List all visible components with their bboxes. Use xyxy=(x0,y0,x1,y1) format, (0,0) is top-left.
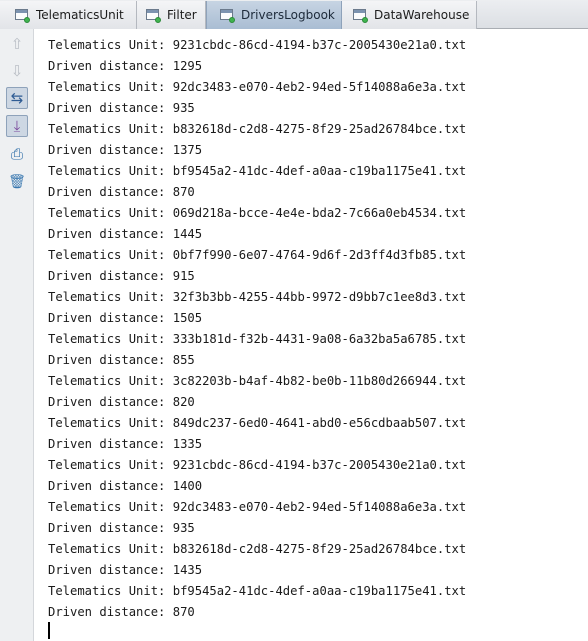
console-line: Telematics Unit: bf9545a2-41dc-4def-a0aa… xyxy=(48,164,467,178)
tab-telematics-unit[interactable]: TelematicsUnit xyxy=(0,1,137,29)
console-line: Telematics Unit: 069d218a-bcce-4e4e-bda2… xyxy=(48,206,467,220)
application-run-icon xyxy=(219,7,235,23)
console-line: Driven distance: 915 xyxy=(48,269,195,283)
tab-data-warehouse[interactable]: DataWarehouse xyxy=(342,1,477,29)
console-line: Telematics Unit: b832618d-c2d8-4275-8f29… xyxy=(48,122,467,136)
application-run-icon xyxy=(145,7,161,23)
text-caret xyxy=(48,622,50,639)
console-line: Telematics Unit: bf9545a2-41dc-4def-a0aa… xyxy=(48,584,467,598)
console-line: Telematics Unit: 92dc3483-e070-4eb2-94ed… xyxy=(48,500,467,514)
console-line: Telematics Unit: 92dc3483-e070-4eb2-94ed… xyxy=(48,80,467,94)
trash-icon[interactable]: 🗑 xyxy=(6,171,28,193)
scroll-up-icon[interactable]: ⇧ xyxy=(6,33,28,55)
tab-label: DataWarehouse xyxy=(374,8,470,22)
console-line: Driven distance: 1445 xyxy=(48,227,203,241)
console-line: Driven distance: 820 xyxy=(48,395,195,409)
console-line: Telematics Unit: 9231cbdc-86cd-4194-b37c… xyxy=(48,38,467,52)
scroll-down-icon[interactable]: ⇩ xyxy=(6,60,28,82)
console-line: Driven distance: 1295 xyxy=(48,59,203,73)
console-line: Telematics Unit: 32f3b3bb-4255-44bb-9972… xyxy=(48,290,467,304)
tab-label: TelematicsUnit xyxy=(36,8,124,22)
console-line: Driven distance: 935 xyxy=(48,521,195,535)
console-line: Driven distance: 1400 xyxy=(48,479,203,493)
console-line: Driven distance: 870 xyxy=(48,185,195,199)
console-line: Driven distance: 935 xyxy=(48,101,195,115)
console-line: Driven distance: 1375 xyxy=(48,143,203,157)
tab-filter[interactable]: Filter xyxy=(137,1,206,29)
console-line: Driven distance: 1335 xyxy=(48,437,203,451)
scroll-to-end-icon[interactable]: ⤓ xyxy=(6,115,28,137)
console-line: Driven distance: 870 xyxy=(48,605,195,619)
console-line: Telematics Unit: 3c82203b-b4af-4b82-be0b… xyxy=(48,374,467,388)
console-line: Telematics Unit: b832618d-c2d8-4275-8f29… xyxy=(48,542,467,556)
run-tab-bar: TelematicsUnit Filter DriversLogbook Dat… xyxy=(0,0,588,29)
tab-label: Filter xyxy=(167,8,197,22)
console-line: Telematics Unit: 849dc237-6ed0-4641-abd0… xyxy=(48,416,467,430)
console-line: Driven distance: 1435 xyxy=(48,563,203,577)
tab-drivers-logbook[interactable]: DriversLogbook xyxy=(206,1,342,29)
tab-label: DriversLogbook xyxy=(241,8,335,22)
console-line: Driven distance: 1505 xyxy=(48,311,203,325)
application-run-icon xyxy=(352,7,368,23)
application-run-icon xyxy=(14,7,30,23)
console-line: Telematics Unit: 0bf7f990-6e07-4764-9d6f… xyxy=(48,248,467,262)
console-line: Telematics Unit: 333b181d-f32b-4431-9a08… xyxy=(48,332,467,346)
console-line: Driven distance: 855 xyxy=(48,353,195,367)
print-icon[interactable]: ⎙ xyxy=(6,143,28,165)
console-line: Telematics Unit: 9231cbdc-86cd-4194-b37c… xyxy=(48,458,467,472)
console-output[interactable]: Telematics Unit: 9231cbdc-86cd-4194-b37c… xyxy=(48,35,588,623)
soft-wrap-icon[interactable]: ⇆ xyxy=(6,87,28,109)
console-toolbar: ⇧ ⇩ ⇆ ⤓ ⎙ 🗑 xyxy=(0,29,34,641)
